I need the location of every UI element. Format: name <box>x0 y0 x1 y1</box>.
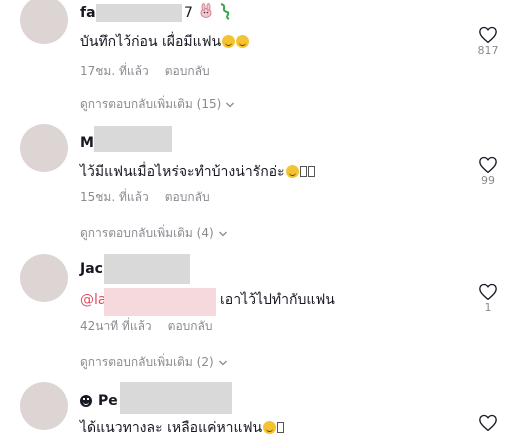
missing-glyph-icon <box>307 166 315 177</box>
chevron-down-icon <box>225 96 235 114</box>
comment-time: 42นาที ที่แล้ว <box>80 319 152 333</box>
reply-button[interactable]: ตอบกลับ <box>168 319 213 333</box>
comment-meta: 15ชม. ที่แล้ว ตอบกลับ <box>80 188 210 206</box>
like-button[interactable]: 1 <box>476 283 500 315</box>
heart-icon <box>479 156 497 174</box>
like-count: 99 <box>481 174 495 187</box>
heart-icon <box>479 283 497 301</box>
comment-time: 15ชม. ที่แล้ว <box>80 190 149 204</box>
comment-text: @la <box>80 290 106 310</box>
chevron-down-icon <box>218 354 228 372</box>
comment-username[interactable]: Jac <box>80 258 103 280</box>
view-more-replies[interactable]: ดูการตอบกลับเพิ่มเติม (2) <box>80 353 228 372</box>
view-more-replies[interactable]: ดูการตอบกลับเพิ่มเติม (4) <box>80 224 228 243</box>
mention-link[interactable]: @la <box>80 292 106 308</box>
smiley-face-icon <box>80 395 92 407</box>
avatar[interactable] <box>20 124 68 172</box>
redacted-username <box>96 4 182 22</box>
missing-glyph-icon <box>277 422 285 433</box>
like-button[interactable] <box>476 414 500 432</box>
comment-text: ได้แนวทางละ เหลือแค่หาแฟน <box>80 418 285 438</box>
comment-text: บันทึกไว้ก่อน เผื่อมีแฟน <box>80 32 250 52</box>
avatar[interactable] <box>20 382 68 430</box>
redacted-username <box>120 382 232 414</box>
heart-icon <box>479 26 497 44</box>
comment-username[interactable]: Pe <box>80 390 118 412</box>
rabbit-icon <box>198 3 214 19</box>
comment-meta: 17ชม. ที่แล้ว ตอบกลับ <box>80 62 210 80</box>
sparkle-icon <box>218 2 232 20</box>
laughing-emoji-icon <box>285 165 299 178</box>
comment-username[interactable]: fa <box>80 2 96 24</box>
reply-button[interactable]: ตอบกลับ <box>165 190 210 204</box>
chevron-down-icon <box>218 225 228 243</box>
view-more-replies[interactable]: ดูการตอบกลับเพิ่มเติม (15) <box>80 95 235 114</box>
comment-time: 17ชม. ที่แล้ว <box>80 64 149 78</box>
grin-emoji-icon <box>263 421 277 434</box>
like-count: 1 <box>484 301 492 314</box>
like-button[interactable]: 99 <box>476 156 500 188</box>
grin-emoji-icon <box>236 35 250 48</box>
reply-button[interactable]: ตอบกลับ <box>165 64 210 78</box>
heart-icon <box>479 414 497 432</box>
like-count: 817 <box>477 44 499 57</box>
comment-text: ไว้มีแฟนเมื่อไหร่จะทำบ้างน่ารักอ่ะ <box>80 162 315 182</box>
avatar[interactable] <box>20 254 68 302</box>
comment-username[interactable]: M <box>80 132 94 154</box>
grin-emoji-icon <box>222 35 236 48</box>
comment-text-body: เอาไว้ไปทำกับแฟน <box>220 292 335 308</box>
comment-username-suffix: 7 <box>184 5 193 21</box>
redacted-username <box>94 126 172 152</box>
redacted-username <box>104 254 190 284</box>
avatar[interactable] <box>20 0 68 44</box>
comment-meta: 42นาที ที่แล้ว ตอบกลับ <box>80 317 213 335</box>
redacted-mention <box>104 288 216 316</box>
missing-glyph-icon <box>299 166 307 177</box>
like-button[interactable]: 817 <box>476 26 500 58</box>
